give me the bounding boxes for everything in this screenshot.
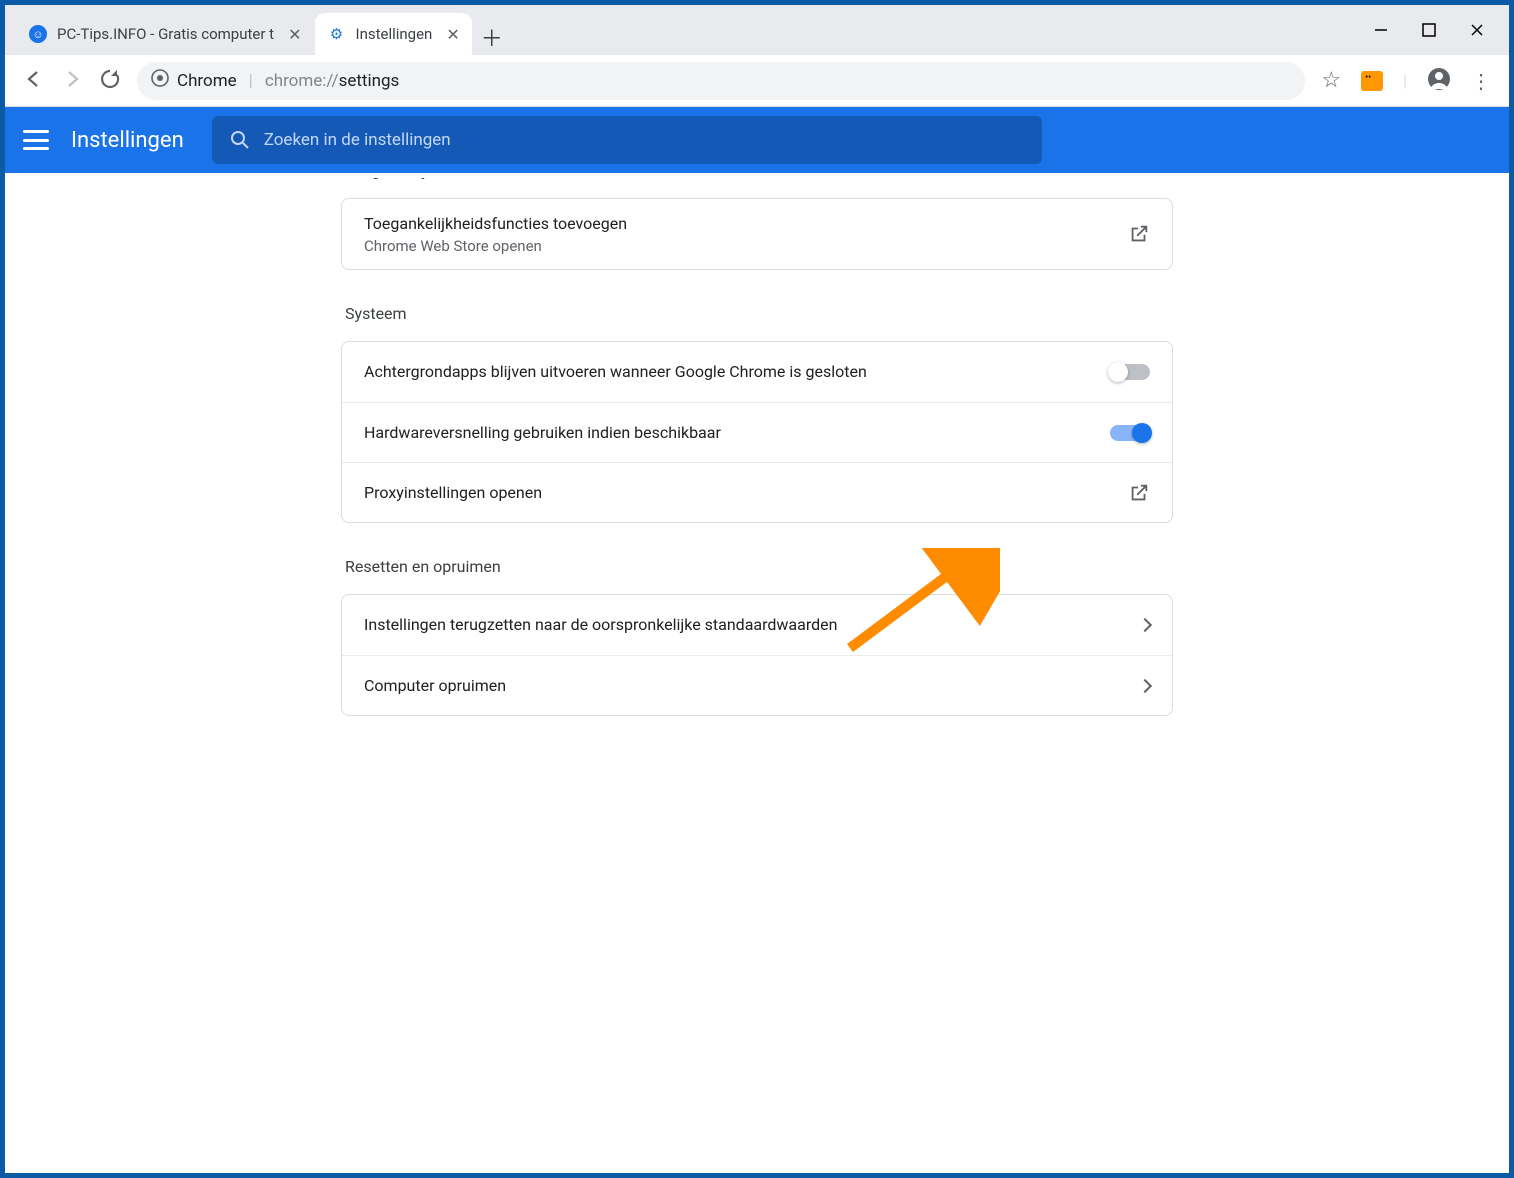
row-title: Achtergrondapps blijven uitvoeren wannee… — [364, 361, 1110, 383]
tab-pctips[interactable]: ☺ PC-Tips.INFO - Gratis computer t ✕ — [17, 13, 313, 55]
section-heading-accessibility: Toegankelijkheid — [345, 178, 1173, 180]
section-heading-reset: Resetten en opruimen — [345, 557, 1173, 576]
section-heading-system: Systeem — [345, 304, 1173, 323]
tab-strip: ☺ PC-Tips.INFO - Gratis computer t ✕ ⚙ I… — [5, 5, 1371, 55]
back-button[interactable] — [23, 68, 45, 94]
settings-scroll[interactable]: Printers Google Cloudprinter Toegankelij… — [10, 178, 1504, 1168]
new-tab-button[interactable]: ＋ — [474, 19, 510, 55]
reset-card: Instellingen terugzetten naar de oorspro… — [341, 594, 1173, 716]
search-icon — [230, 130, 250, 150]
bookmark-star-icon[interactable]: ☆ — [1321, 68, 1341, 93]
page-title: Instellingen — [71, 128, 184, 153]
close-tab-icon[interactable]: ✕ — [288, 25, 301, 44]
nav-buttons — [15, 68, 129, 94]
window-titlebar: ☺ PC-Tips.INFO - Gratis computer t ✕ ⚙ I… — [5, 5, 1509, 55]
toggle-hardware-acceleration[interactable] — [1110, 425, 1150, 441]
forward-button[interactable] — [61, 68, 83, 94]
site-info-icon[interactable] — [151, 69, 169, 92]
external-link-icon — [1128, 223, 1150, 245]
url-prefix: chrome:// — [265, 71, 339, 91]
tab-label: Instellingen — [355, 25, 432, 43]
row-hardware-acceleration[interactable]: Hardwareversnelling gebruiken indien bes… — [342, 402, 1172, 462]
extension-icon[interactable] — [1361, 71, 1383, 91]
row-proxy-settings[interactable]: Proxyinstellingen openen — [342, 462, 1172, 522]
settings-content: Printers Google Cloudprinter Toegankelij… — [341, 178, 1173, 768]
search-input[interactable] — [264, 130, 1024, 150]
settings-search[interactable] — [212, 116, 1042, 164]
url-scheme-label: Chrome — [177, 71, 237, 91]
row-title: Toegankelijkheidsfuncties toevoegen — [364, 213, 1128, 235]
row-background-apps[interactable]: Achtergrondapps blijven uitvoeren wannee… — [342, 342, 1172, 402]
chevron-right-icon — [1140, 620, 1150, 630]
pctips-favicon: ☺ — [29, 25, 47, 43]
profile-avatar-icon[interactable] — [1427, 67, 1451, 95]
settings-favicon: ⚙ — [327, 25, 345, 43]
settings-header: Instellingen — [5, 107, 1509, 173]
minimize-button[interactable] — [1371, 20, 1391, 40]
url-path: settings — [339, 71, 400, 91]
row-reset-defaults[interactable]: Instellingen terugzetten naar de oorspro… — [342, 595, 1172, 655]
url-separator: | — [249, 71, 253, 91]
row-title: Proxyinstellingen openen — [364, 482, 1128, 504]
chrome-menu-icon[interactable]: ⋮ — [1471, 69, 1491, 93]
window-controls — [1371, 20, 1509, 40]
system-card: Achtergrondapps blijven uitvoeren wannee… — [341, 341, 1173, 523]
close-window-button[interactable] — [1467, 20, 1487, 40]
tab-settings[interactable]: ⚙ Instellingen ✕ — [315, 13, 471, 55]
toggle-background-apps[interactable] — [1110, 364, 1150, 380]
tab-label: PC-Tips.INFO - Gratis computer t — [57, 25, 274, 43]
accessibility-card: Toegankelijkheidsfuncties toevoegen Chro… — [341, 198, 1173, 270]
external-link-icon — [1128, 482, 1150, 504]
maximize-button[interactable] — [1419, 20, 1439, 40]
address-bar[interactable]: Chrome | chrome://settings — [137, 62, 1305, 100]
toolbar-right: ☆ | ⋮ — [1313, 67, 1499, 95]
reload-button[interactable] — [99, 68, 121, 94]
content-area: Printers Google Cloudprinter Toegankelij… — [10, 178, 1504, 1168]
row-subtitle: Chrome Web Store openen — [364, 237, 1128, 255]
row-title: Instellingen terugzetten naar de oorspro… — [364, 614, 1140, 636]
row-add-accessibility[interactable]: Toegankelijkheidsfuncties toevoegen Chro… — [342, 199, 1172, 269]
row-cleanup-computer[interactable]: Computer opruimen — [342, 655, 1172, 715]
toolbar-divider: | — [1403, 71, 1407, 90]
close-tab-icon[interactable]: ✕ — [446, 25, 459, 44]
chevron-right-icon — [1140, 681, 1150, 691]
row-title: Hardwareversnelling gebruiken indien bes… — [364, 422, 1110, 444]
toolbar: Chrome | chrome://settings ☆ | ⋮ — [5, 55, 1509, 107]
menu-icon[interactable] — [23, 130, 49, 150]
row-title: Computer opruimen — [364, 675, 1140, 697]
